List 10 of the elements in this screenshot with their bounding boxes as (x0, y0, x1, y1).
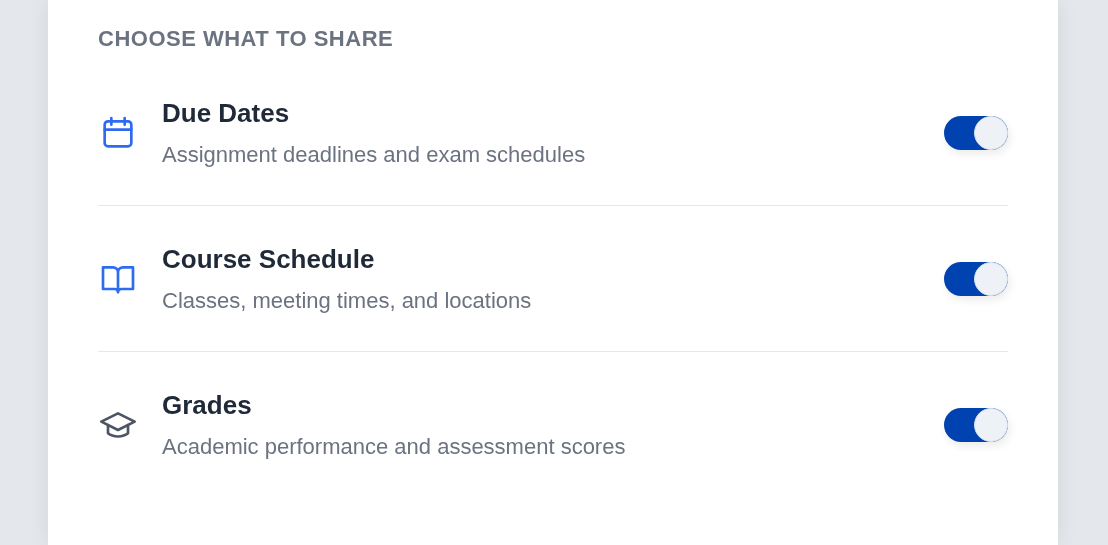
option-description: Classes, meeting times, and locations (162, 287, 533, 314)
toggle-switch[interactable] (944, 115, 1008, 150)
option-title: Grades (162, 390, 253, 420)
option-title: Course Schedule (162, 243, 376, 274)
section-title: CHOOSE WHAT TO SHARE (98, 26, 395, 52)
option-description: Academic performance and assessment scores (162, 434, 627, 460)
toggle-switch[interactable] (944, 408, 1008, 442)
toggle-switch[interactable] (944, 261, 1008, 296)
option-description: Assignment deadlines and exam schedules (162, 141, 587, 168)
option-title: Due Dates (162, 97, 291, 128)
